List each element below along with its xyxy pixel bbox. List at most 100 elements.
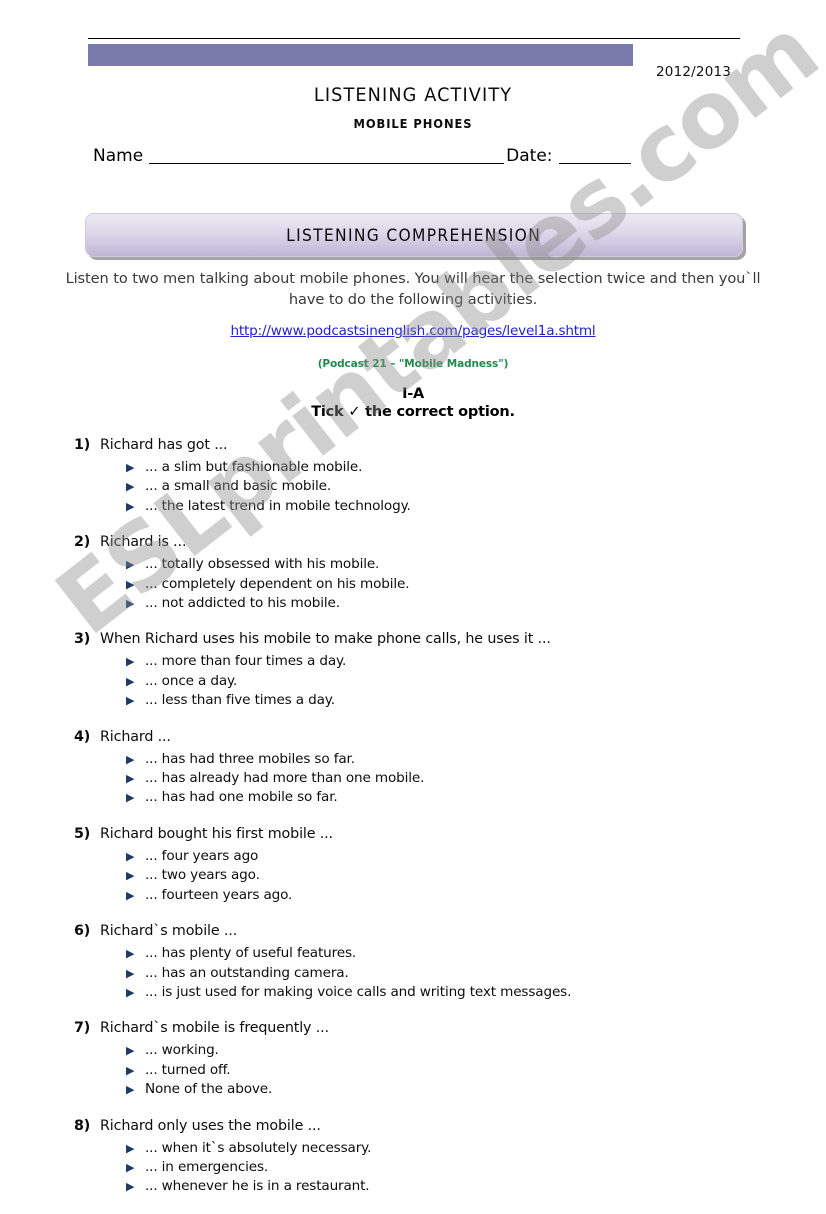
question-row: 4) Richard ... [74,728,774,747]
option-row[interactable]: ▶ None of the above. [126,1080,774,1099]
option-text: ... more than four times a day. [145,653,347,670]
name-input-line[interactable] [149,163,505,164]
question-stem: Richard`s mobile is frequently ... [100,1020,329,1037]
option-row[interactable]: ▶ ... once a day. [126,672,774,691]
option-text: ... two years ago. [145,867,260,884]
option-row[interactable]: ▶ ... four years ago [126,847,774,866]
question-block: 2) Richard is ... ▶ ... totally obsessed wi… [74,533,774,613]
triangle-bullet-icon: ▶ [126,772,135,786]
option-list: ▶ ... a slim but fashionable mobile. ▶ ... … [74,458,774,516]
triangle-bullet-icon: ▶ [126,1160,135,1174]
instruction-text-before: Tick [311,404,349,420]
option-row[interactable]: ▶ ... has had three mobiles so far. [126,750,774,769]
option-text: ... a slim but fashionable mobile. [145,459,363,475]
option-text: ... has an outstanding camera. [145,964,349,981]
option-row[interactable]: ▶ ... has had one mobile so far. [126,788,774,807]
question-stem: When Richard uses his mobile to make pho… [100,631,551,648]
option-text: ... totally obsessed with his mobile. [145,556,380,573]
option-text: ... whenever he is in a restaurant. [145,1178,370,1195]
option-list: ▶ ... four years ago ▶ ... two years ago. ▶.… [74,847,774,905]
option-text: ... the latest trend in mobile technolog… [145,497,411,514]
podcast-link-row: http://www.podcastsinenglish.com/pages/l… [0,322,826,340]
option-row[interactable]: ▶ ... has an outstanding camera. [126,964,774,983]
option-row[interactable]: ▶ ... completely dependent on his mobile. [126,575,774,594]
triangle-bullet-icon: ▶ [126,461,135,474]
page-title: LISTENING ACTIVITY [313,84,513,106]
question-stem: Richard`s mobile ... [100,923,238,940]
question-block: 4) Richard ... ▶ ... has had three mobiles … [74,728,774,808]
option-text: ... fourteen years ago. [145,886,293,903]
question-row: 8) Richard only uses the mobile ... [74,1117,774,1136]
triangle-bullet-icon: ▶ [126,947,135,961]
question-stem: Richard ... [100,728,171,745]
option-row[interactable]: ▶ ... a slim but fashionable mobile. [126,458,774,477]
option-text: ... has had three mobiles so far. [145,750,355,767]
podcast-url-link[interactable]: http://www.podcastsinenglish.com/pages/l… [230,323,595,339]
option-row[interactable]: ▶ ... in emergencies. [126,1158,774,1177]
question-block: 6) Richard`s mobile ... ▶ ... has plenty of… [74,922,774,1002]
triangle-bullet-icon: ▶ [126,1180,135,1194]
triangle-bullet-icon: ▶ [126,597,135,611]
listening-comprehension-banner: LISTENING COMPREHENSION [85,213,743,257]
option-row[interactable]: ▶ ... the latest trend in mobile technolo… [126,497,774,516]
question-stem: Richard only uses the mobile ... [100,1117,321,1134]
triangle-bullet-icon: ▶ [126,966,135,980]
question-number: 5) [74,825,91,842]
option-list: ▶ ... when it`s absolutely necessary. ▶...… [74,1139,774,1197]
option-row[interactable]: ▶ ... more than four times a day. [126,652,774,671]
triangle-bullet-icon: ▶ [126,694,135,708]
question-row: 2) Richard is ... [74,533,774,552]
triangle-bullet-icon: ▶ [126,1044,135,1058]
option-row[interactable]: ▶ ... two years ago. [126,866,774,885]
question-block: 8) Richard only uses the mobile ... ▶ ... w… [74,1117,774,1197]
option-row[interactable]: ▶ ... when it`s absolutely necessary. [126,1139,774,1158]
triangle-bullet-icon: ▶ [126,480,135,494]
question-block: 3) When Richard uses his mobile to make p… [74,630,774,710]
option-row[interactable]: ▶ ... turned off. [126,1061,774,1080]
option-row[interactable]: ▶ ... not addicted to his mobile. [126,594,774,613]
triangle-bullet-icon: ▶ [126,558,135,572]
option-text: ... not addicted to his mobile. [145,595,340,612]
instructions-paragraph: Listen to two men talking about mobile p… [65,270,761,308]
triangle-bullet-icon: ▶ [126,888,135,902]
option-row[interactable]: ▶ ... whenever he is in a restaurant. [126,1177,774,1196]
question-number: 1) [74,437,91,453]
option-row[interactable]: ▶ ... is just used for making voice calls… [126,983,774,1002]
option-row[interactable]: ▶ ... less than five times a day. [126,691,774,710]
worksheet-page: 2012/2013 LISTENING ACTIVITY MOBILE PHON… [0,0,826,1194]
triangle-bullet-icon: ▶ [126,577,135,591]
question-row: 1) Richard has got ... [74,436,774,455]
option-row[interactable]: ▶ ... fourteen years ago. [126,886,774,905]
question-list: 1) Richard has got ... ▶ ... a slim but fas… [74,436,774,1214]
question-block: 1) Richard has got ... ▶ ... a slim but fas… [74,436,774,516]
triangle-bullet-icon: ▶ [126,791,135,805]
question-row: 7) Richard`s mobile is frequently ... [74,1019,774,1038]
school-year-label: 2012/2013 [656,64,732,80]
triangle-bullet-icon: ▶ [126,1141,135,1155]
option-text: ... when it`s absolutely necessary. [145,1139,372,1156]
question-block: 5) Richard bought his first mobile ... ▶..… [74,825,774,905]
triangle-bullet-icon: ▶ [126,1083,135,1097]
banner-title: LISTENING COMPREHENSION [286,225,542,245]
option-row[interactable]: ▶ ... a small and basic mobile. [126,477,774,496]
question-stem: Richard is ... [100,534,187,551]
option-text: ... has already had more than one mobile… [145,770,425,787]
question-row: 5) Richard bought his first mobile ... [74,825,774,844]
check-mark-icon: ✓ [348,404,361,420]
question-block: 7) Richard`s mobile is frequently ... ▶...… [74,1019,774,1099]
triangle-bullet-icon: ▶ [126,752,135,766]
date-input-line[interactable] [558,163,631,164]
option-row[interactable]: ▶ ... has already had more than one mobil… [126,769,774,788]
option-text: ... working. [145,1042,219,1059]
option-row[interactable]: ▶ ... totally obsessed with his mobile. [126,555,774,574]
option-text: ... less than five times a day. [145,692,335,709]
option-text: ... has had one mobile so far. [145,789,338,806]
option-text: ... four years ago [145,847,259,864]
date-label: Date: [506,146,553,166]
triangle-bullet-icon: ▶ [126,655,135,669]
question-stem: Richard bought his first mobile ... [100,825,333,842]
option-list: ▶ ... working. ▶ ... turned off. ▶ None of th… [74,1041,774,1099]
option-row[interactable]: ▶ ... has plenty of useful features. [126,944,774,963]
option-text: ... completely dependent on his mobile. [145,575,410,592]
option-row[interactable]: ▶ ... working. [126,1041,774,1060]
